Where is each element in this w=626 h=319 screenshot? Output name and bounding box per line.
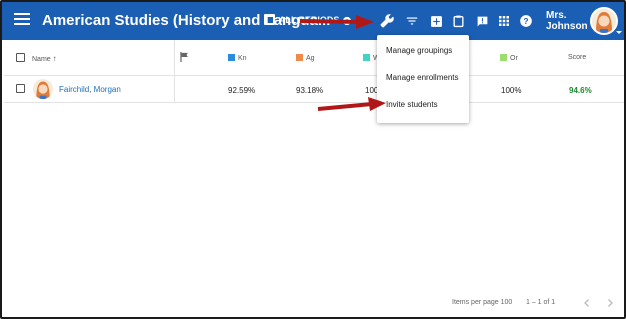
column-label-kn: Kn — [238, 55, 247, 62]
cell-score: 94.6% — [569, 86, 592, 95]
menu-item-manage-groupings[interactable]: Manage groupings — [386, 46, 452, 55]
chevron-right-icon[interactable] — [605, 298, 615, 308]
user-name[interactable]: Mrs. Johnson — [546, 10, 588, 32]
user-name-line1: Mrs. — [546, 10, 567, 21]
cell-kn: 92.59% — [228, 86, 256, 95]
sort-arrow-icon: ↑ — [52, 54, 57, 63]
column-divider — [174, 76, 175, 103]
select-all-checkbox[interactable] — [16, 53, 25, 62]
color-swatch — [500, 54, 507, 61]
flag-icon[interactable] — [180, 52, 189, 64]
top-bar: American Studies (History and Langua... … — [2, 2, 624, 40]
user-name-line2: Johnson — [546, 21, 588, 32]
gradebook-table: Name ↑ Kn Ag W Or Score — [4, 40, 624, 103]
color-swatch — [363, 54, 370, 61]
page-range: 1 – 1 of 1 — [526, 299, 556, 306]
menu-item-manage-enrollments[interactable]: Manage enrollments — [386, 73, 458, 82]
column-label-ag: Ag — [306, 55, 315, 62]
cell-ag: 93.18% — [296, 86, 324, 95]
clipboard-icon[interactable] — [449, 12, 467, 30]
items-per-page[interactable]: Items per page 100 — [452, 299, 512, 306]
table-header: Name ↑ Kn Ag W Or Score — [4, 40, 624, 76]
svg-text:?: ? — [524, 17, 529, 26]
column-header-or[interactable]: Or — [500, 54, 518, 62]
annotation-arrow-top — [299, 15, 374, 29]
row-checkbox[interactable] — [16, 84, 25, 93]
column-header-kn[interactable]: Kn — [228, 54, 247, 62]
cell-or: 100% — [501, 86, 522, 95]
help-icon[interactable]: ? — [517, 12, 535, 30]
avatar[interactable] — [590, 7, 618, 35]
chevron-left-icon[interactable] — [582, 298, 592, 308]
wrench-icon[interactable] — [378, 12, 396, 30]
tools-dropdown-menu: Manage groupings Manage enrollments Invi… — [377, 35, 469, 123]
color-swatch — [228, 54, 235, 61]
chevron-down-icon[interactable] — [616, 31, 622, 34]
student-name-link[interactable]: Fairchild, Morgan — [59, 85, 121, 94]
annotation-arrow-invite — [317, 97, 386, 111]
menu-icon[interactable] — [14, 13, 30, 27]
column-header-name[interactable]: Name ↑ — [32, 54, 57, 63]
app-window: American Studies (History and Langua... … — [0, 0, 626, 319]
calendar-icon — [264, 14, 275, 25]
color-swatch — [296, 54, 303, 61]
column-divider — [174, 40, 175, 76]
column-label-or: Or — [510, 55, 518, 62]
column-header-ag[interactable]: Ag — [296, 54, 315, 62]
table-row: Fairchild, Morgan 92.59% 93.18% 100 100%… — [4, 76, 624, 103]
pagination-footer: Items per page 100 1 – 1 of 1 — [2, 290, 624, 316]
menu-item-invite-students[interactable]: Invite students — [386, 100, 438, 109]
filter-icon[interactable] — [403, 12, 421, 30]
add-icon[interactable] — [427, 12, 445, 30]
column-header-score[interactable]: Score — [568, 54, 586, 61]
column-label-name: Name — [32, 56, 51, 63]
apps-icon[interactable] — [495, 12, 513, 30]
avatar — [33, 79, 53, 99]
alert-icon[interactable] — [473, 12, 491, 30]
